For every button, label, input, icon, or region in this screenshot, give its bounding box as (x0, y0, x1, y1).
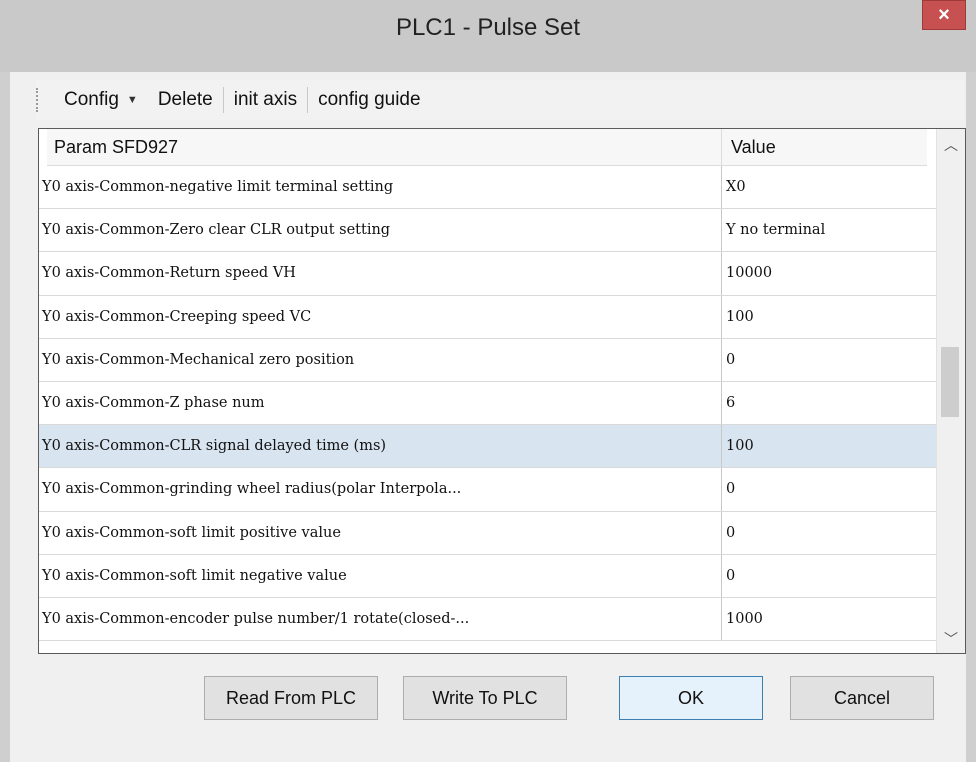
toolbar: Config ▼ Delete init axis config guide (36, 80, 964, 120)
param-value-cell[interactable]: X0 (722, 166, 937, 208)
param-name-cell[interactable]: Y0 axis-Common-encoder pulse number/1 ro… (39, 597, 722, 641)
close-button[interactable]: × (922, 0, 966, 30)
param-name-cell[interactable]: Y0 axis-Common-Mechanical zero position (39, 338, 722, 381)
toolbar-grip[interactable] (36, 88, 42, 112)
table-row[interactable]: Y0 axis-Common-Return speed VH 10000 (39, 252, 937, 296)
init-axis-label: init axis (233, 89, 298, 110)
config-guide-label: config guide (318, 89, 421, 110)
table-row[interactable]: Y0 axis-Common-negative limit terminal s… (39, 166, 937, 210)
param-value-cell[interactable]: 0 (722, 468, 937, 510)
table-row[interactable]: Y0 axis-Common-Zero clear CLR output set… (39, 209, 937, 253)
param-value-cell[interactable]: 0 (722, 512, 937, 554)
param-name-cell[interactable]: Y0 axis-Common-soft limit negative value (39, 554, 722, 597)
ok-button[interactable]: OK (619, 676, 763, 720)
scroll-down-button[interactable]: ﹀ (937, 625, 965, 653)
column-header-param[interactable]: Param SFD927 (47, 129, 722, 165)
read-from-plc-button[interactable]: Read From PLC (204, 676, 378, 720)
chevron-down-icon: ▼ (126, 94, 138, 106)
init-axis-button[interactable]: init axis (224, 88, 307, 112)
scrollbar-thumb[interactable] (941, 347, 959, 417)
param-value-cell[interactable]: 100 (722, 296, 937, 338)
param-value-cell[interactable]: 0 (722, 555, 937, 597)
param-value-cell[interactable]: 0 (722, 339, 937, 381)
pulse-set-dialog: PLC1 - Pulse Set × Config ▼ Delete init … (0, 0, 976, 762)
param-name-cell[interactable]: Y0 axis-Common-Return speed VH (39, 252, 722, 295)
param-name-cell[interactable]: Y0 axis-Common-CLR signal delayed time (… (39, 425, 722, 468)
table-row[interactable]: Y0 axis-Common-encoder pulse number/1 ro… (39, 597, 937, 642)
chevron-down-icon: ﹀ (944, 631, 958, 647)
cancel-button[interactable]: Cancel (790, 676, 934, 720)
grid-header: Param SFD927 Value (47, 129, 927, 166)
param-value-cell[interactable]: 100 (722, 425, 937, 467)
config-menu-button[interactable]: Config ▼ (54, 88, 148, 112)
param-name-cell[interactable]: Y0 axis-Common-Zero clear CLR output set… (39, 209, 722, 252)
delete-label: Delete (157, 89, 213, 110)
vertical-scrollbar[interactable]: ︿ ﹀ (936, 129, 965, 653)
table-row[interactable]: Y0 axis-Common-soft limit negative value… (39, 554, 937, 598)
table-row[interactable]: Y0 axis-Common-CLR signal delayed time (… (39, 425, 937, 469)
table-row[interactable]: Y0 axis-Common-grinding wheel radius(pol… (39, 468, 937, 512)
column-header-value[interactable]: Value (722, 129, 927, 165)
scroll-up-button[interactable]: ︿ (937, 131, 965, 159)
chevron-up-icon: ︿ (944, 137, 958, 153)
table-row[interactable]: Y0 axis-Common-soft limit positive value… (39, 511, 937, 555)
table-row[interactable]: Y0 axis-Common-Creeping speed VC 100 (39, 295, 937, 339)
param-value-cell[interactable]: 10000 (722, 252, 937, 294)
param-name-cell[interactable]: Y0 axis-Common-soft limit positive value (39, 511, 722, 554)
param-grid[interactable]: Param SFD927 Value Y0 axis-Common-negati… (38, 128, 966, 654)
dialog-body: Config ▼ Delete init axis config guide P… (10, 72, 966, 762)
param-name-cell[interactable]: Y0 axis-Common-Creeping speed VC (39, 295, 722, 338)
title-bar[interactable]: PLC1 - Pulse Set × (0, 0, 976, 72)
table-row[interactable]: Y0 axis-Common-Z phase num 6 (39, 381, 937, 426)
param-value-cell[interactable]: 6 (722, 382, 937, 424)
write-to-plc-button[interactable]: Write To PLC (403, 676, 567, 720)
param-value-cell[interactable]: 1000 (722, 598, 937, 640)
config-guide-button[interactable]: config guide (308, 88, 430, 112)
param-name-cell[interactable]: Y0 axis-Common-Z phase num (39, 381, 722, 425)
table-row[interactable]: Y0 axis-Common-Mechanical zero position 0 (39, 338, 937, 382)
grid-rows: Y0 axis-Common-negative limit terminal s… (39, 166, 937, 642)
param-value-cell[interactable]: Y no terminal (722, 209, 937, 251)
config-label: Config (64, 89, 119, 110)
delete-button[interactable]: Delete (148, 88, 223, 112)
param-name-cell[interactable]: Y0 axis-Common-grinding wheel radius(pol… (39, 468, 722, 511)
close-icon: × (938, 4, 950, 26)
window-title: PLC1 - Pulse Set (395, 14, 581, 41)
param-name-cell[interactable]: Y0 axis-Common-negative limit terminal s… (39, 166, 722, 209)
